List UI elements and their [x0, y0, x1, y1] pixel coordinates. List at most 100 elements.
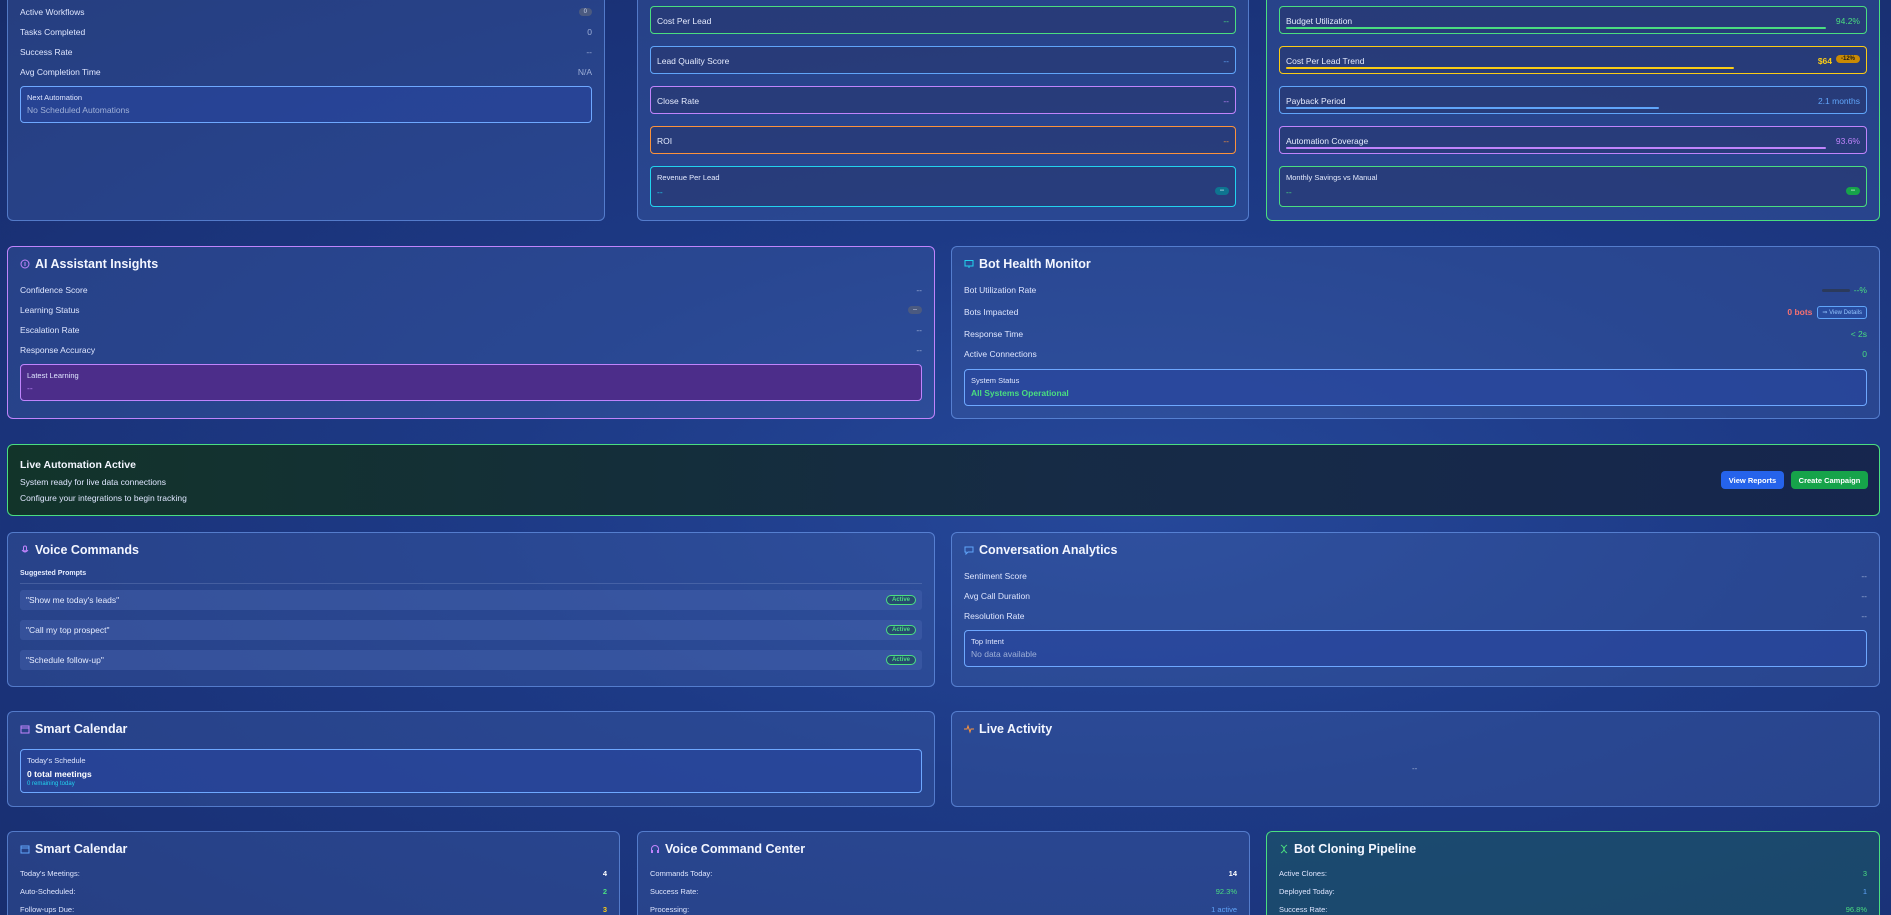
stat-value: 1 [1862, 886, 1867, 896]
voice-command-center-card: Voice Command Center Commands Today: 14 … [637, 831, 1250, 915]
metric-lead-quality-score[interactable]: Lead Quality Score -- [650, 46, 1236, 74]
stat-row: Active Clones: 3 [1279, 866, 1867, 880]
remaining-today: 0 remaining today [27, 781, 75, 787]
stat-value: < 2s [1850, 329, 1867, 339]
stat-row: Bots Impacted 0 bots ⇒ View Details [964, 305, 1867, 319]
create-campaign-button[interactable]: Create Campaign [1791, 471, 1868, 489]
metric-value: 2.1 months [1817, 96, 1860, 106]
metric-cost-per-lead-trend[interactable]: Cost Per Lead Trend $64 -12% [1279, 46, 1867, 74]
metric-label: ROI [657, 136, 673, 146]
metric-roi[interactable]: ROI -- [650, 126, 1236, 154]
metric-cost-per-lead[interactable]: Cost Per Lead -- [650, 6, 1236, 34]
headphones-icon [651, 845, 659, 853]
stat-value: -- [586, 47, 592, 57]
stat-row: Resolution Rate -- [964, 609, 1867, 623]
lightbulb-icon [20, 259, 30, 269]
voice-commands-card: Voice Commands Suggested Prompts "Show m… [7, 532, 935, 687]
stat-row: Response Accuracy -- [20, 343, 922, 357]
system-status-value: All Systems Operational [971, 388, 1069, 398]
stat-label: Deployed Today: [1279, 886, 1335, 896]
view-details-button[interactable]: ⇒ View Details [1817, 305, 1867, 319]
progress-bar [1286, 147, 1826, 149]
stat-row: Follow-ups Due: 3 [20, 902, 607, 915]
banner-line1: System ready for live data connections [20, 477, 166, 487]
next-automation-label: Next Automation [27, 93, 83, 102]
stat-label: Success Rate: [1279, 904, 1328, 914]
stat-value: 96.8% [1845, 904, 1867, 914]
card-title-text: Voice Command Center [665, 842, 806, 856]
latest-learning-box: Latest Learning -- [20, 364, 922, 401]
stat-value: 0 [587, 27, 592, 37]
chat-bubble-icon [964, 546, 974, 555]
todays-schedule-box[interactable]: Today's Schedule 0 total meetings 0 rema… [20, 749, 922, 793]
stat-row: Success Rate: 96.8% [1279, 902, 1867, 915]
prompt-item[interactable]: "Call my top prospect" Active [20, 620, 922, 640]
metric-close-rate[interactable]: Close Rate -- [650, 86, 1236, 114]
status-badge: Active [885, 595, 916, 605]
utilization-wrap: --% [1821, 285, 1867, 295]
status-badge: Active [885, 625, 916, 635]
view-reports-button[interactable]: View Reports [1721, 471, 1784, 489]
stat-label: Avg Completion Time [20, 67, 101, 77]
top-intent-value: No data available [971, 649, 1037, 659]
metric-badge: -- [1215, 187, 1229, 195]
total-meetings: 0 total meetings [27, 769, 92, 779]
metric-value: $64 [1817, 56, 1832, 66]
arrow-icon: ⇒ [1822, 309, 1828, 316]
schedule-label: Today's Schedule [27, 756, 86, 765]
monitor-icon [964, 260, 974, 268]
card-title: Voice Command Center [650, 842, 805, 856]
card-title: Live Activity [964, 722, 1052, 736]
calendar-icon [20, 845, 30, 854]
metric-revenue-per-lead[interactable]: Revenue Per Lead -- -- [650, 166, 1236, 207]
stat-row: Avg Completion Time N/A [20, 65, 592, 79]
stat-value: -- [916, 325, 922, 335]
card-title-text: AI Assistant Insights [35, 257, 159, 271]
budget-metrics-card: Budget Utilization 94.2% Cost Per Lead T… [1266, 0, 1880, 221]
stat-value: 14 [1228, 868, 1237, 878]
stat-label: Active Workflows [20, 7, 85, 17]
stat-row: Tasks Completed 0 [20, 25, 592, 39]
stat-value: -- [1861, 611, 1867, 621]
stat-label: Active Clones: [1279, 868, 1327, 878]
activity-icon [964, 724, 974, 734]
status-badge: -- [908, 306, 922, 314]
top-intent-label: Top Intent [971, 637, 1004, 646]
system-status-box: System Status All Systems Operational [964, 369, 1867, 406]
metric-automation-coverage[interactable]: Automation Coverage 93.6% [1279, 126, 1867, 154]
stat-row: Active Workflows 0 [20, 5, 592, 19]
stat-value: 4 [602, 868, 607, 878]
prompt-item[interactable]: "Schedule follow-up" Active [20, 650, 922, 670]
microphone-icon [21, 545, 29, 553]
stat-value: 3 [1862, 868, 1867, 878]
card-title-text: Smart Calendar [35, 842, 128, 856]
metric-monthly-savings[interactable]: Monthly Savings vs Manual -- -- [1279, 166, 1867, 207]
banner-title: Live Automation Active [20, 459, 136, 471]
stat-value: -- [916, 285, 922, 295]
metric-payback-period[interactable]: Payback Period 2.1 months [1279, 86, 1867, 114]
card-title: AI Assistant Insights [20, 257, 158, 271]
stat-label: Tasks Completed [20, 27, 86, 37]
stat-row: Response Time < 2s [964, 327, 1867, 341]
stat-label: Bot Utilization Rate [964, 285, 1037, 295]
stat-label: Bots Impacted [964, 307, 1019, 317]
trend-badge: -12% [1835, 55, 1860, 63]
stat-label: Avg Call Duration [964, 591, 1030, 601]
metric-label: Lead Quality Score [657, 56, 730, 66]
stat-value: -- [1861, 571, 1867, 581]
metric-value: -- [1223, 136, 1229, 146]
stat-row: Avg Call Duration -- [964, 589, 1867, 603]
stat-value: 0 bots [1787, 307, 1813, 317]
latest-learning-value: -- [27, 383, 33, 393]
count-badge: 0 [578, 8, 592, 16]
stat-value: 1 active [1211, 904, 1237, 914]
smart-calendar-card: Smart Calendar Today's Schedule 0 total … [7, 711, 935, 807]
stat-row: Bot Utilization Rate --% [964, 283, 1867, 297]
conversation-analytics-card: Conversation Analytics Sentiment Score -… [951, 532, 1880, 687]
metric-label: Payback Period [1286, 96, 1346, 106]
metric-budget-utilization[interactable]: Budget Utilization 94.2% [1279, 6, 1867, 34]
stat-row: Active Connections 0 [964, 347, 1867, 361]
stat-label: Sentiment Score [964, 571, 1027, 581]
prompt-item[interactable]: "Show me today's leads" Active [20, 590, 922, 610]
stat-label: Success Rate: [650, 886, 699, 896]
